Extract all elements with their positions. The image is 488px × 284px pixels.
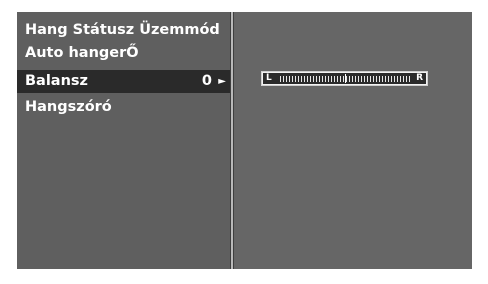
menu-item-label: Hang Státusz Üzemmód (25, 22, 220, 38)
balance-center-marker[interactable] (345, 74, 346, 83)
menu-item-label: Hangszóró (25, 99, 112, 115)
balance-ticks (280, 76, 412, 82)
balance-left-label: L (266, 73, 272, 83)
balance-right-label: R (416, 73, 423, 83)
menu-item-label: Auto hangerŐ (25, 45, 139, 61)
balance-track: L R (263, 73, 426, 84)
tv-osd-menu: Hang Státusz Üzemmód Auto hangerŐ Balans… (17, 12, 472, 269)
menu-item-balance[interactable]: Balansz 0 ► (17, 70, 230, 93)
menu-item-sound-mode[interactable]: Hang Státusz Üzemmód (17, 19, 230, 42)
menu-item-label: Balansz (25, 73, 88, 89)
balance-slider[interactable]: L R (261, 71, 428, 86)
menu-item-auto-volume[interactable]: Auto hangerŐ (17, 42, 230, 65)
balance-value: 0 (201, 73, 212, 89)
menu-list: Hang Státusz Üzemmód Auto hangerŐ Balans… (17, 12, 230, 269)
settings-panel: L R (234, 12, 472, 269)
menu-item-speaker[interactable]: Hangszóró (17, 96, 230, 119)
right-arrow-icon[interactable]: ► (218, 70, 226, 93)
